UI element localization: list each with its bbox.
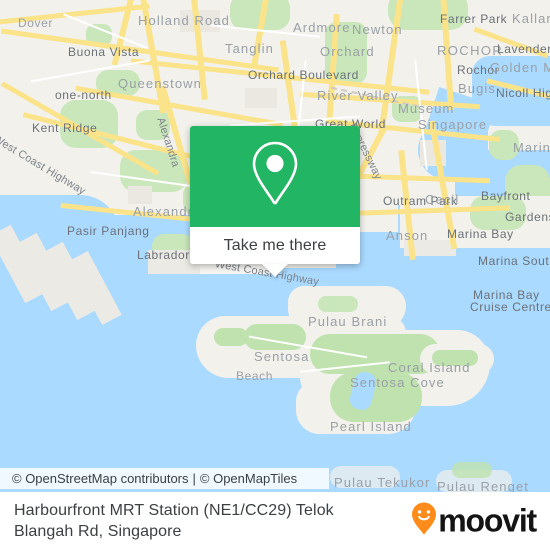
map-label: Ardmore [293, 20, 351, 35]
map-label: Marina South Pier [478, 254, 550, 268]
map-label: River Valley [317, 88, 399, 103]
take-me-there-callout[interactable]: Take me there [190, 126, 360, 264]
map-label: Golden Mile [490, 60, 550, 75]
map-label: Queenstown [118, 76, 202, 91]
map-label: Pasir Panjang [67, 224, 150, 238]
map-label: Gardens by [505, 210, 550, 224]
location-title: Harbourfront MRT Station (NE1/CC29) Telo… [14, 502, 334, 540]
map-label: ROCHOR [437, 43, 504, 58]
map-label: Sentosa Cove [350, 375, 445, 390]
map-label: Museum [398, 101, 455, 116]
map-label: Holland Road [138, 13, 230, 28]
map-label: Kent Ridge [32, 121, 98, 135]
map-label: Singapore [418, 117, 488, 132]
map-label: Buona Vista [68, 45, 140, 59]
map-label: Cecil [425, 192, 460, 207]
attribution-openmaptiles[interactable]: © OpenMapTiles [200, 471, 297, 486]
map-label: Kallang [512, 11, 550, 26]
map-label: Marina [513, 140, 550, 155]
map-label: Marina Bay [447, 227, 514, 241]
moovit-wordmark: moovit [438, 502, 537, 539]
moovit-logo[interactable]: moovit [411, 502, 537, 541]
map-label: Pulau Brani [308, 314, 388, 329]
map-label: Orchard Boulevard [248, 68, 359, 82]
take-me-there-label: Take me there [223, 236, 327, 254]
map-label: Bugis [458, 81, 497, 96]
map-label: Nicoll Highway [496, 86, 550, 100]
map-label: Orchard [320, 44, 375, 59]
map-label: Coral Island [388, 360, 471, 375]
callout-pointer [262, 264, 288, 277]
map-label: Cruise Centre [470, 300, 550, 314]
map-label: Bayfront [481, 189, 531, 203]
map-label: Farrer Park [440, 12, 508, 26]
moovit-smiley-pin-icon [411, 502, 437, 541]
footer-bar: Harbourfront MRT Station (NE1/CC29) Telo… [0, 492, 550, 550]
map-share-card: Dover Holland Road Ardmore Newton Farrer Par… [0, 0, 550, 550]
map-label: Lavender [497, 42, 550, 56]
map-label: Pulau Tekukor [334, 475, 431, 490]
map-label: Sentosa [254, 349, 310, 364]
map-label: Beach [236, 369, 274, 383]
callout-action[interactable]: Take me there [190, 227, 360, 264]
callout-pin-area [190, 126, 360, 227]
attribution-osm[interactable]: © OpenStreetMap contributors [12, 471, 189, 486]
map-label: one-north [55, 88, 112, 102]
map-label: Pearl Island [330, 419, 412, 434]
map-label: Tanglin [225, 41, 274, 56]
map-label: Newton [352, 22, 403, 37]
attribution-separator: | [192, 471, 196, 486]
map-label: Anson [386, 228, 429, 243]
map-pin-icon [247, 139, 303, 214]
map-label: Dover [18, 16, 54, 30]
map-label: Pulau Renget [437, 479, 529, 492]
map-attribution: © OpenStreetMap contributors | © OpenMap… [0, 468, 329, 489]
